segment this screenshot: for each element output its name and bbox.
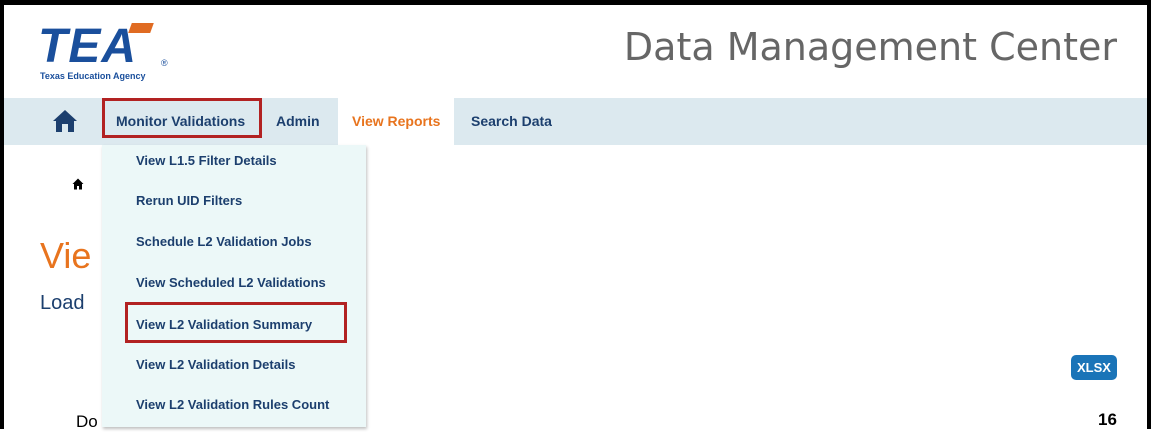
menu-item-schedule-l2-validation-jobs[interactable]: Schedule L2 Validation Jobs (136, 234, 312, 249)
breadcrumb-home-icon[interactable] (72, 177, 84, 193)
menu-item-view-l2-validation-details[interactable]: View L2 Validation Details (136, 357, 295, 372)
nav-admin[interactable]: Admin (276, 98, 320, 145)
nav-search-data[interactable]: Search Data (471, 98, 552, 145)
logo-wordmark: TEA (38, 20, 137, 73)
page-subheading: Load (40, 292, 85, 314)
logo-registered-mark: ® (161, 58, 168, 68)
menu-item-view-l15-filter-details[interactable]: View L1.5 Filter Details (136, 153, 277, 168)
site-header: TEA ® Texas Education Agency Data Manage… (4, 5, 1147, 98)
logo-subtitle: Texas Education Agency (40, 71, 146, 81)
domains-label: Do (76, 412, 98, 431)
logo-cap-shape (128, 23, 154, 33)
domains-count: 16 (1098, 410, 1117, 429)
page-heading: Vie (40, 235, 92, 276)
nav-monitor-validations[interactable]: Monitor Validations (108, 98, 253, 145)
window-right-border (1147, 0, 1151, 429)
menu-item-view-l2-validation-summary[interactable]: View L2 Validation Summary (136, 317, 312, 332)
menu-item-rerun-uid-filters[interactable]: Rerun UID Filters (136, 193, 242, 208)
export-xlsx-button[interactable]: XLSX (1071, 355, 1117, 380)
menu-item-view-l2-validation-rules-count[interactable]: View L2 Validation Rules Count (136, 397, 329, 412)
home-icon[interactable] (52, 108, 78, 134)
menu-item-view-scheduled-l2-validations[interactable]: View Scheduled L2 Validations (136, 275, 326, 290)
nav-view-reports[interactable]: View Reports (338, 98, 455, 145)
tea-logo[interactable]: TEA ® Texas Education Agency (38, 21, 178, 83)
site-title: Data Management Center (623, 25, 1117, 69)
